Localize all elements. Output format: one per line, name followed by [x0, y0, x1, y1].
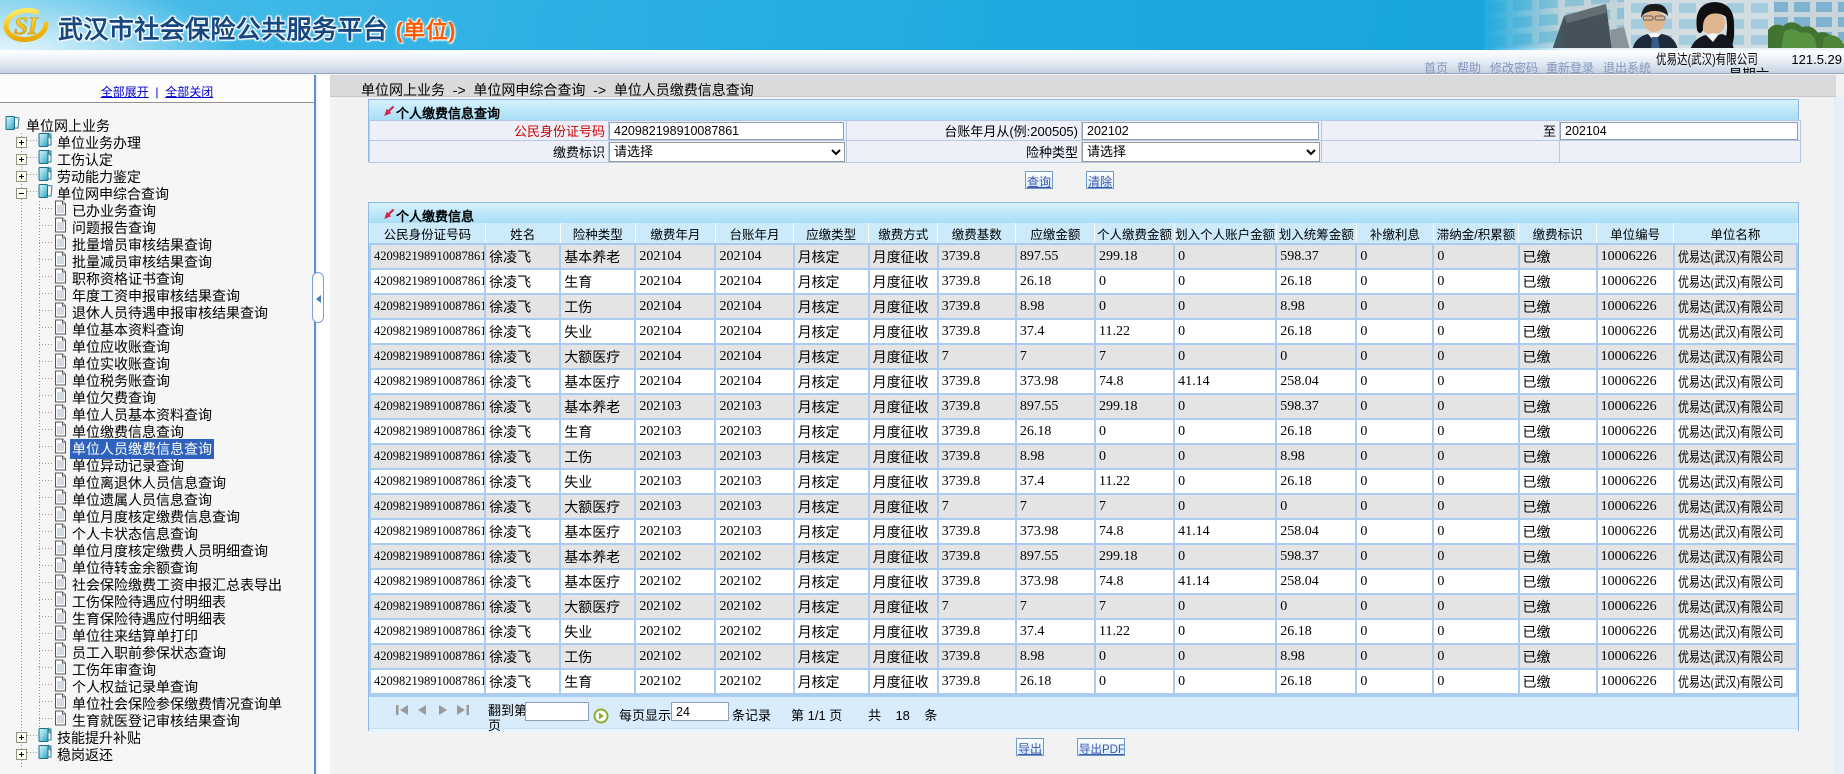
svg-text:SI: SI: [14, 13, 39, 40]
